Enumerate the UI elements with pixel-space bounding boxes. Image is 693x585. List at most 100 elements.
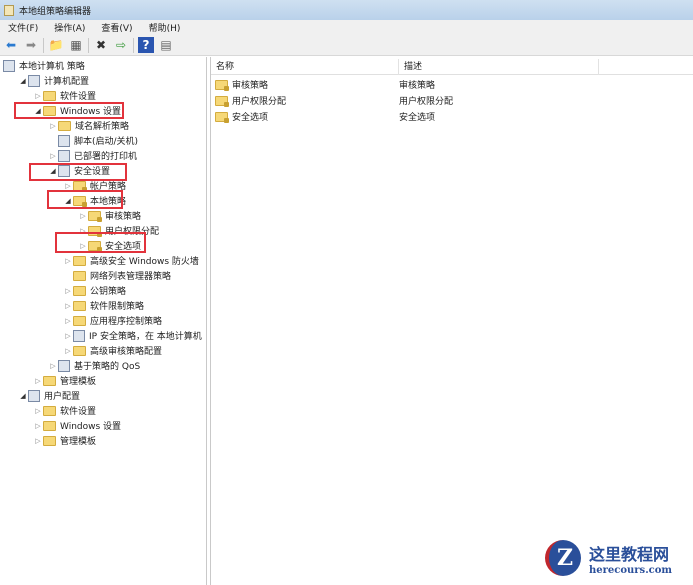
collapsed-arrow-icon[interactable]: ▷	[63, 317, 73, 325]
collapsed-arrow-icon[interactable]: ▷	[48, 152, 58, 160]
row-name-cell: 审核策略	[215, 78, 399, 91]
tree-item[interactable]: ▷ 软件限制策略	[63, 298, 144, 313]
tree-item[interactable]: ▷ 管理模板	[33, 373, 96, 388]
tree-item[interactable]: ▷ 公钥策略	[63, 283, 126, 298]
tree-item[interactable]: ▷ Windows 设置	[33, 418, 121, 433]
list-row[interactable]: 安全选项 安全选项	[215, 109, 685, 124]
lockfolder-icon	[73, 180, 87, 192]
collapsed-arrow-icon[interactable]: ▷	[63, 182, 73, 190]
list-row[interactable]: 审核策略 审核策略	[215, 77, 685, 92]
lock-folder-icon	[215, 95, 229, 107]
highlight-box	[47, 190, 123, 209]
menu-help[interactable]: 帮助(H)	[141, 21, 189, 34]
watermark-logo: Z 这里教程网 herecours.com	[545, 540, 672, 576]
row-name: 审核策略	[232, 81, 269, 91]
toolbar-separator	[88, 37, 89, 53]
toolbar-separator	[43, 37, 44, 53]
folder-icon	[43, 405, 56, 416]
tree-item-label: 应用程序控制策略	[90, 317, 163, 327]
tree-item[interactable]: ▷ 软件设置	[33, 88, 96, 103]
tree-item-label: 已部署的打印机	[74, 152, 138, 162]
tree-item[interactable]: ▷ 高级安全 Windows 防火墙	[63, 253, 199, 268]
tree-item[interactable]: ▷ 已部署的打印机	[48, 148, 137, 163]
tree-item-label: 软件限制策略	[90, 302, 145, 312]
tree-item-label: 用户配置	[44, 392, 81, 402]
forward-arrow-icon[interactable]: ➡	[23, 37, 39, 53]
tree-item[interactable]: ◢ 计算机配置	[18, 73, 89, 88]
app-icon	[4, 4, 14, 16]
tree-item-label: 公钥策略	[90, 287, 127, 297]
up-folder-icon[interactable]: 📁	[48, 37, 64, 53]
tree-item[interactable]: ▷ 管理模板	[33, 433, 96, 448]
tree-pane: 本地计算机 策略 ◢ 计算机配置 ▷ 软件设置 ◢ Windows 设置 ▷ 域名解析策略 脚本(…	[0, 57, 207, 585]
export-list-icon[interactable]: ⇨	[113, 37, 129, 53]
tree-item[interactable]: 网络列表管理器策略	[63, 268, 171, 283]
tree-item[interactable]: 脚本(启动/关机)	[48, 133, 138, 148]
lock-folder-icon	[215, 111, 229, 123]
tree-item-label: 审核策略	[105, 212, 142, 222]
folder-icon	[73, 315, 86, 326]
tree-item[interactable]: ▷ 软件设置	[33, 403, 96, 418]
collapsed-arrow-icon[interactable]: ▷	[78, 212, 88, 220]
folder-icon	[73, 300, 86, 311]
collapsed-arrow-icon[interactable]: ▷	[63, 302, 73, 310]
list-row[interactable]: 用户权限分配 用户权限分配	[215, 93, 685, 108]
help-icon[interactable]: ?	[138, 37, 154, 53]
user-icon	[28, 389, 40, 402]
tree-item[interactable]: ◢ 用户配置	[18, 388, 80, 403]
tree-item-label: 管理模板	[60, 437, 97, 447]
tree-item[interactable]: ▷ IP 安全策略，在 本地计算机	[63, 328, 202, 343]
back-arrow-icon[interactable]: ⬅	[3, 37, 19, 53]
folder-icon	[43, 90, 56, 101]
tree-item-label: Windows 设置	[60, 422, 122, 432]
folder-icon	[73, 285, 86, 296]
menu-bar: 文件(F) 操作(A) 查看(V) 帮助(H)	[0, 20, 693, 35]
folder-icon	[43, 420, 56, 431]
policy-icon	[3, 59, 15, 72]
tree-item-label: 基于策略的 QoS	[74, 362, 141, 372]
tree-item-label: 网络列表管理器策略	[90, 272, 172, 282]
column-description[interactable]: 描述	[399, 59, 599, 75]
collapsed-arrow-icon[interactable]: ▷	[33, 422, 43, 430]
collapsed-arrow-icon[interactable]: ▷	[48, 122, 58, 130]
collapsed-arrow-icon[interactable]: ▷	[63, 257, 73, 265]
tree-item[interactable]: ▷ 高级审核策略配置	[63, 343, 162, 358]
list-header: 名称 描述	[211, 59, 693, 75]
row-name: 用户权限分配	[232, 97, 287, 107]
collapsed-arrow-icon[interactable]: ▷	[63, 347, 73, 355]
collapsed-arrow-icon[interactable]: ▷	[33, 437, 43, 445]
tree-item[interactable]: ▷ 应用程序控制策略	[63, 313, 162, 328]
expanded-arrow-icon[interactable]: ◢	[18, 392, 28, 400]
highlight-box	[29, 163, 127, 181]
tree-item-label: 脚本(启动/关机)	[74, 137, 139, 147]
tree-item-label: 管理模板	[60, 377, 97, 387]
tree-item[interactable]: ▷ 域名解析策略	[48, 118, 129, 133]
collapsed-arrow-icon[interactable]: ▷	[63, 332, 73, 340]
tree-item-label: 本地计算机 策略	[19, 62, 85, 72]
collapsed-arrow-icon[interactable]: ▷	[33, 92, 43, 100]
toolbar: ⬅ ➡ 📁 ▦ ✖ ⇨? ▤	[0, 35, 693, 56]
computer-icon	[28, 74, 40, 87]
menu-view[interactable]: 查看(V)	[93, 21, 140, 34]
lockfolder-icon	[88, 210, 102, 222]
collapsed-arrow-icon[interactable]: ▷	[33, 407, 43, 415]
folder-icon	[73, 255, 86, 266]
collapsed-arrow-icon[interactable]: ▷	[48, 362, 58, 370]
collapsed-arrow-icon[interactable]: ▷	[33, 377, 43, 385]
column-name[interactable]: 名称	[211, 59, 399, 75]
tree-item[interactable]: ▷ 审核策略	[78, 208, 141, 223]
toolbar-separator	[133, 37, 134, 53]
tree-item[interactable]: 本地计算机 策略	[3, 58, 85, 73]
properties-icon[interactable]: ▤	[158, 37, 174, 53]
expanded-arrow-icon[interactable]: ◢	[18, 77, 28, 85]
highlight-box	[55, 232, 146, 253]
ipsec-icon	[73, 329, 85, 342]
menu-file[interactable]: 文件(F)	[0, 21, 46, 34]
menu-action[interactable]: 操作(A)	[46, 21, 93, 34]
delete-icon[interactable]: ✖	[93, 37, 109, 53]
tree-item-label: 高级安全 Windows 防火墙	[90, 257, 199, 267]
tree-item-label: 高级审核策略配置	[90, 347, 163, 357]
collapsed-arrow-icon[interactable]: ▷	[63, 287, 73, 295]
tree-item[interactable]: ▷ 基于策略的 QoS	[48, 358, 140, 373]
show-hide-tree-icon[interactable]: ▦	[68, 37, 84, 53]
